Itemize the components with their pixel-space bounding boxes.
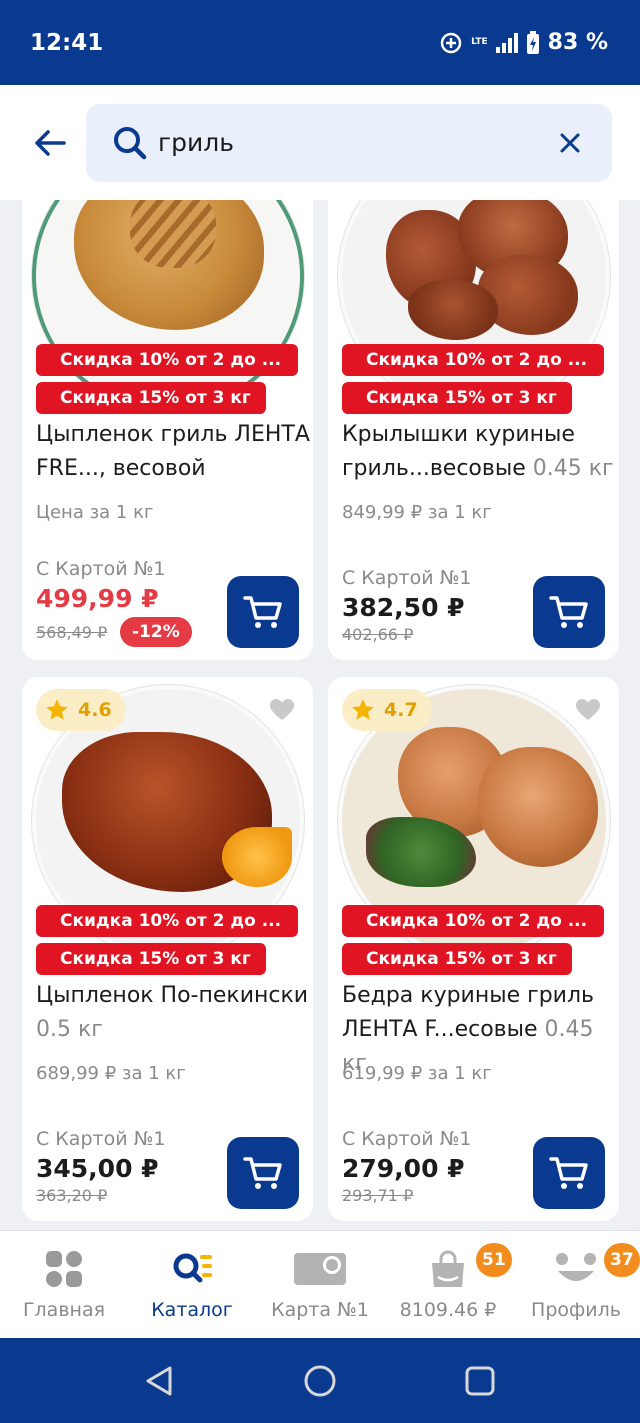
search-box[interactable] bbox=[86, 104, 612, 182]
product-name: Цыпленок гриль ЛЕНТА FRE..., весовой bbox=[36, 422, 310, 481]
price: 279,00 ₽ bbox=[342, 1154, 465, 1183]
profile-face-icon bbox=[556, 1253, 596, 1281]
shopping-bag-icon bbox=[432, 1250, 464, 1287]
old-price: 402,66 ₽ bbox=[342, 625, 414, 644]
unit-price: 849,99 ₽ за 1 кг bbox=[342, 502, 492, 523]
rating-badge: 4.6 bbox=[36, 689, 126, 731]
loyalty-card-icon bbox=[294, 1253, 346, 1285]
unit-price: 619,99 ₽ за 1 кг bbox=[342, 1063, 492, 1084]
promo-badge: Скидка 10% от 2 до ... bbox=[36, 344, 298, 376]
unit-price: Цена за 1 кг bbox=[36, 502, 154, 523]
home-circle-icon[interactable] bbox=[303, 1364, 337, 1398]
back-arrow-icon[interactable] bbox=[30, 123, 70, 163]
search-icon bbox=[114, 127, 147, 160]
clear-search-icon[interactable] bbox=[558, 131, 582, 155]
product-name: Цыпленок По-пекински 0.5 кг bbox=[36, 983, 309, 1042]
old-price: 568,49 ₽ bbox=[36, 623, 108, 642]
promo-badge: Скидка 15% от 3 кг bbox=[342, 943, 572, 975]
tab-card[interactable]: Карта №1 bbox=[256, 1231, 384, 1339]
add-to-cart-button[interactable] bbox=[227, 1137, 299, 1209]
old-price: 293,71 ₽ bbox=[342, 1186, 414, 1205]
cart-icon bbox=[243, 596, 282, 628]
rating-value: 4.6 bbox=[78, 699, 112, 721]
star-icon bbox=[352, 699, 374, 720]
star-icon bbox=[46, 699, 68, 720]
promo-badge: Скидка 15% от 3 кг bbox=[36, 382, 266, 414]
data-saver-icon bbox=[440, 32, 462, 53]
product-image bbox=[328, 200, 619, 412]
network-type: LTE bbox=[471, 37, 488, 47]
rating-badge: 4.7 bbox=[342, 689, 432, 731]
product-image bbox=[22, 200, 313, 412]
price: 382,50 ₽ bbox=[342, 593, 465, 622]
cart-icon bbox=[549, 596, 588, 628]
cart-icon bbox=[549, 1157, 588, 1189]
tab-label: Карта №1 bbox=[271, 1299, 369, 1321]
price: 345,00 ₽ bbox=[36, 1154, 159, 1183]
search-input[interactable] bbox=[158, 104, 538, 182]
promo-badge: Скидка 15% от 3 кг bbox=[342, 382, 572, 414]
favorite-button[interactable] bbox=[261, 689, 303, 731]
product-card[interactable]: 4.6 Скидка 10% от 2 до ... Скидка 15% от… bbox=[22, 677, 313, 1221]
cart-icon bbox=[243, 1157, 282, 1189]
heart-icon bbox=[576, 699, 600, 720]
system-nav-bar bbox=[0, 1338, 640, 1423]
status-indicators: LTE 83 % bbox=[439, 30, 608, 55]
status-bar: 12:41 LTE 83 % bbox=[0, 0, 640, 85]
price: 499,99 ₽ bbox=[36, 584, 159, 613]
signal-icon bbox=[495, 32, 518, 53]
old-price: 363,20 ₽ bbox=[36, 1186, 108, 1205]
catalog-search-icon bbox=[173, 1253, 212, 1283]
tab-label: Каталог bbox=[151, 1299, 233, 1321]
product-name: Крылышки куриные гриль...весовые 0.45 кг bbox=[342, 422, 614, 481]
add-to-cart-button[interactable] bbox=[533, 576, 605, 648]
tab-cart[interactable]: 51 8109.46 ₽ bbox=[384, 1231, 512, 1339]
favorite-button[interactable] bbox=[567, 689, 609, 731]
promo-badge: Скидка 10% от 2 до ... bbox=[342, 344, 604, 376]
status-time: 12:41 bbox=[30, 30, 104, 56]
cart-count-badge: 51 bbox=[476, 1243, 512, 1277]
card-price-label: С Картой №1 bbox=[342, 567, 472, 589]
tab-profile[interactable]: 37 Профиль bbox=[512, 1231, 640, 1339]
tab-label: 8109.46 ₽ bbox=[399, 1299, 497, 1321]
discount-badge: -12% bbox=[120, 617, 192, 647]
unit-price: 689,99 ₽ за 1 кг bbox=[36, 1063, 186, 1084]
tab-home[interactable]: Главная bbox=[0, 1231, 128, 1339]
product-card[interactable]: Скидка 10% от 2 до ... Скидка 15% от 3 к… bbox=[22, 200, 313, 660]
card-price-label: С Картой №1 bbox=[342, 1128, 472, 1150]
home-tiles-icon bbox=[46, 1251, 82, 1287]
tab-catalog[interactable]: Каталог bbox=[128, 1231, 256, 1339]
product-card[interactable]: 4.7 Скидка 10% от 2 до ... Скидка 15% от… bbox=[328, 677, 619, 1221]
rating-value: 4.7 bbox=[384, 699, 418, 721]
card-price-label: С Картой №1 bbox=[36, 558, 166, 580]
notifications-badge: 37 bbox=[604, 1243, 640, 1277]
promo-badge: Скидка 10% от 2 до ... bbox=[36, 905, 298, 937]
add-to-cart-button[interactable] bbox=[227, 576, 299, 648]
product-grid: Скидка 10% от 2 до ... Скидка 15% от 3 к… bbox=[0, 200, 640, 1230]
search-header bbox=[0, 85, 640, 200]
bottom-tab-bar: Главная Каталог Карта №1 51 8109.46 ₽ 37… bbox=[0, 1230, 640, 1338]
promo-badge: Скидка 10% от 2 до ... bbox=[342, 905, 604, 937]
tab-label: Профиль bbox=[531, 1299, 621, 1321]
battery-level: 83 % bbox=[547, 30, 608, 55]
product-card[interactable]: Скидка 10% от 2 до ... Скидка 15% от 3 к… bbox=[328, 200, 619, 660]
recents-square-icon[interactable] bbox=[463, 1364, 497, 1398]
tab-label: Главная bbox=[22, 1299, 106, 1321]
promo-badge: Скидка 15% от 3 кг bbox=[36, 943, 266, 975]
back-triangle-icon[interactable] bbox=[142, 1364, 176, 1398]
add-to-cart-button[interactable] bbox=[533, 1137, 605, 1209]
card-price-label: С Картой №1 bbox=[36, 1128, 166, 1150]
battery-charging-icon bbox=[526, 30, 539, 54]
heart-icon bbox=[270, 699, 294, 720]
